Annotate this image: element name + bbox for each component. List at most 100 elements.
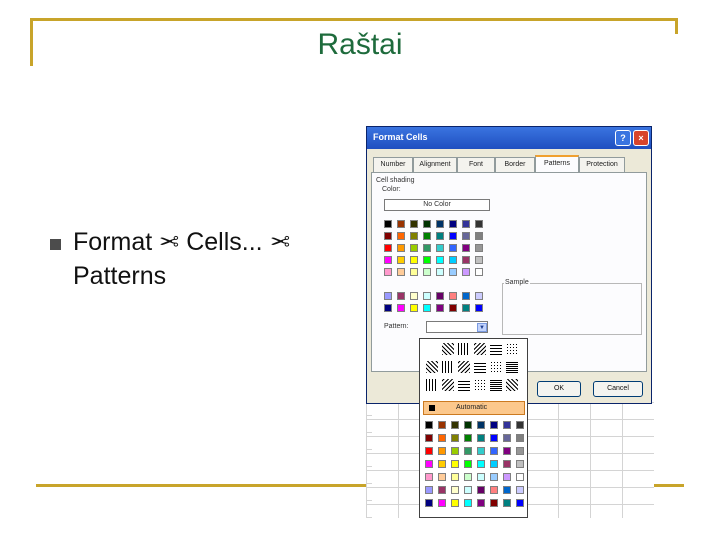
color-swatch[interactable] bbox=[384, 244, 392, 252]
color-swatch[interactable] bbox=[464, 473, 472, 481]
color-swatch[interactable] bbox=[477, 499, 485, 507]
color-swatch[interactable] bbox=[436, 244, 444, 252]
color-swatch[interactable] bbox=[436, 292, 444, 300]
color-swatch[interactable] bbox=[397, 244, 405, 252]
color-swatch[interactable] bbox=[425, 499, 433, 507]
color-swatch[interactable] bbox=[410, 304, 418, 312]
color-swatch[interactable] bbox=[477, 434, 485, 442]
color-swatch[interactable] bbox=[438, 434, 446, 442]
color-swatch[interactable] bbox=[436, 220, 444, 228]
color-swatch[interactable] bbox=[490, 486, 498, 494]
cancel-button[interactable]: Cancel bbox=[593, 381, 643, 397]
chevron-down-icon[interactable]: ▼ bbox=[477, 323, 487, 332]
color-swatch[interactable] bbox=[410, 232, 418, 240]
pattern-option[interactable] bbox=[458, 343, 470, 355]
color-swatch[interactable] bbox=[438, 460, 446, 468]
color-swatch[interactable] bbox=[449, 232, 457, 240]
color-swatch[interactable] bbox=[503, 499, 511, 507]
color-swatch[interactable] bbox=[410, 292, 418, 300]
color-swatch[interactable] bbox=[516, 460, 524, 468]
color-swatch[interactable] bbox=[423, 304, 431, 312]
color-swatch[interactable] bbox=[449, 220, 457, 228]
automatic-option[interactable]: Automatic bbox=[423, 401, 525, 415]
color-swatch[interactable] bbox=[397, 304, 405, 312]
color-swatch[interactable] bbox=[384, 256, 392, 264]
close-button[interactable]: × bbox=[633, 130, 649, 146]
color-swatch[interactable] bbox=[410, 268, 418, 276]
color-swatch[interactable] bbox=[516, 473, 524, 481]
color-swatch[interactable] bbox=[438, 447, 446, 455]
color-swatch[interactable] bbox=[423, 220, 431, 228]
color-swatch[interactable] bbox=[464, 486, 472, 494]
color-swatch[interactable] bbox=[438, 486, 446, 494]
color-swatch[interactable] bbox=[410, 220, 418, 228]
color-swatch[interactable] bbox=[503, 486, 511, 494]
color-swatch[interactable] bbox=[425, 473, 433, 481]
color-swatch[interactable] bbox=[423, 268, 431, 276]
color-swatch[interactable] bbox=[490, 434, 498, 442]
color-swatch[interactable] bbox=[490, 421, 498, 429]
color-swatch[interactable] bbox=[438, 421, 446, 429]
color-swatch[interactable] bbox=[436, 232, 444, 240]
pattern-option[interactable] bbox=[490, 361, 502, 373]
pattern-option[interactable] bbox=[506, 361, 518, 373]
pattern-select[interactable]: ▼ bbox=[426, 321, 488, 333]
color-swatch[interactable] bbox=[449, 244, 457, 252]
pattern-option[interactable] bbox=[474, 361, 486, 373]
pattern-option[interactable] bbox=[474, 343, 486, 355]
color-swatch[interactable] bbox=[438, 499, 446, 507]
color-swatch[interactable] bbox=[425, 486, 433, 494]
color-swatch[interactable] bbox=[436, 268, 444, 276]
color-swatch[interactable] bbox=[490, 460, 498, 468]
pattern-option[interactable] bbox=[442, 343, 454, 355]
tab-border[interactable]: Border bbox=[495, 157, 535, 173]
color-swatch[interactable] bbox=[423, 292, 431, 300]
no-color-button[interactable]: No Color bbox=[384, 199, 490, 211]
color-swatch[interactable] bbox=[475, 220, 483, 228]
color-swatch[interactable] bbox=[503, 421, 511, 429]
pattern-option[interactable] bbox=[426, 379, 438, 391]
pattern-option[interactable] bbox=[458, 379, 470, 391]
color-swatch[interactable] bbox=[449, 304, 457, 312]
color-swatch[interactable] bbox=[464, 434, 472, 442]
color-swatch[interactable] bbox=[462, 292, 470, 300]
pattern-option[interactable] bbox=[442, 379, 454, 391]
color-swatch[interactable] bbox=[425, 434, 433, 442]
color-swatch[interactable] bbox=[503, 460, 511, 468]
color-swatch[interactable] bbox=[423, 244, 431, 252]
color-swatch[interactable] bbox=[449, 256, 457, 264]
color-swatch[interactable] bbox=[462, 304, 470, 312]
tab-alignment[interactable]: Alignment bbox=[413, 157, 457, 173]
color-swatch[interactable] bbox=[384, 220, 392, 228]
color-swatch[interactable] bbox=[475, 244, 483, 252]
color-swatch[interactable] bbox=[462, 244, 470, 252]
color-swatch[interactable] bbox=[462, 220, 470, 228]
pattern-option[interactable] bbox=[426, 361, 438, 373]
color-swatch[interactable] bbox=[475, 256, 483, 264]
color-swatch[interactable] bbox=[462, 256, 470, 264]
color-swatch[interactable] bbox=[384, 292, 392, 300]
pattern-option[interactable] bbox=[506, 379, 518, 391]
tab-number[interactable]: Number bbox=[373, 157, 413, 173]
color-swatch[interactable] bbox=[462, 232, 470, 240]
color-swatch[interactable] bbox=[516, 447, 524, 455]
color-swatch[interactable] bbox=[397, 232, 405, 240]
pattern-option[interactable] bbox=[442, 361, 454, 373]
color-swatch[interactable] bbox=[410, 244, 418, 252]
color-swatch[interactable] bbox=[516, 434, 524, 442]
color-swatch[interactable] bbox=[477, 486, 485, 494]
color-swatch[interactable] bbox=[397, 292, 405, 300]
color-swatch[interactable] bbox=[516, 486, 524, 494]
color-swatch[interactable] bbox=[384, 232, 392, 240]
color-swatch[interactable] bbox=[425, 421, 433, 429]
color-swatch[interactable] bbox=[490, 447, 498, 455]
color-swatch[interactable] bbox=[464, 460, 472, 468]
color-swatch[interactable] bbox=[475, 268, 483, 276]
color-swatch[interactable] bbox=[477, 473, 485, 481]
color-swatch[interactable] bbox=[464, 447, 472, 455]
pattern-option[interactable] bbox=[474, 379, 486, 391]
pattern-option[interactable] bbox=[458, 361, 470, 373]
color-swatch[interactable] bbox=[451, 460, 459, 468]
color-swatch[interactable] bbox=[397, 268, 405, 276]
color-swatch[interactable] bbox=[438, 473, 446, 481]
